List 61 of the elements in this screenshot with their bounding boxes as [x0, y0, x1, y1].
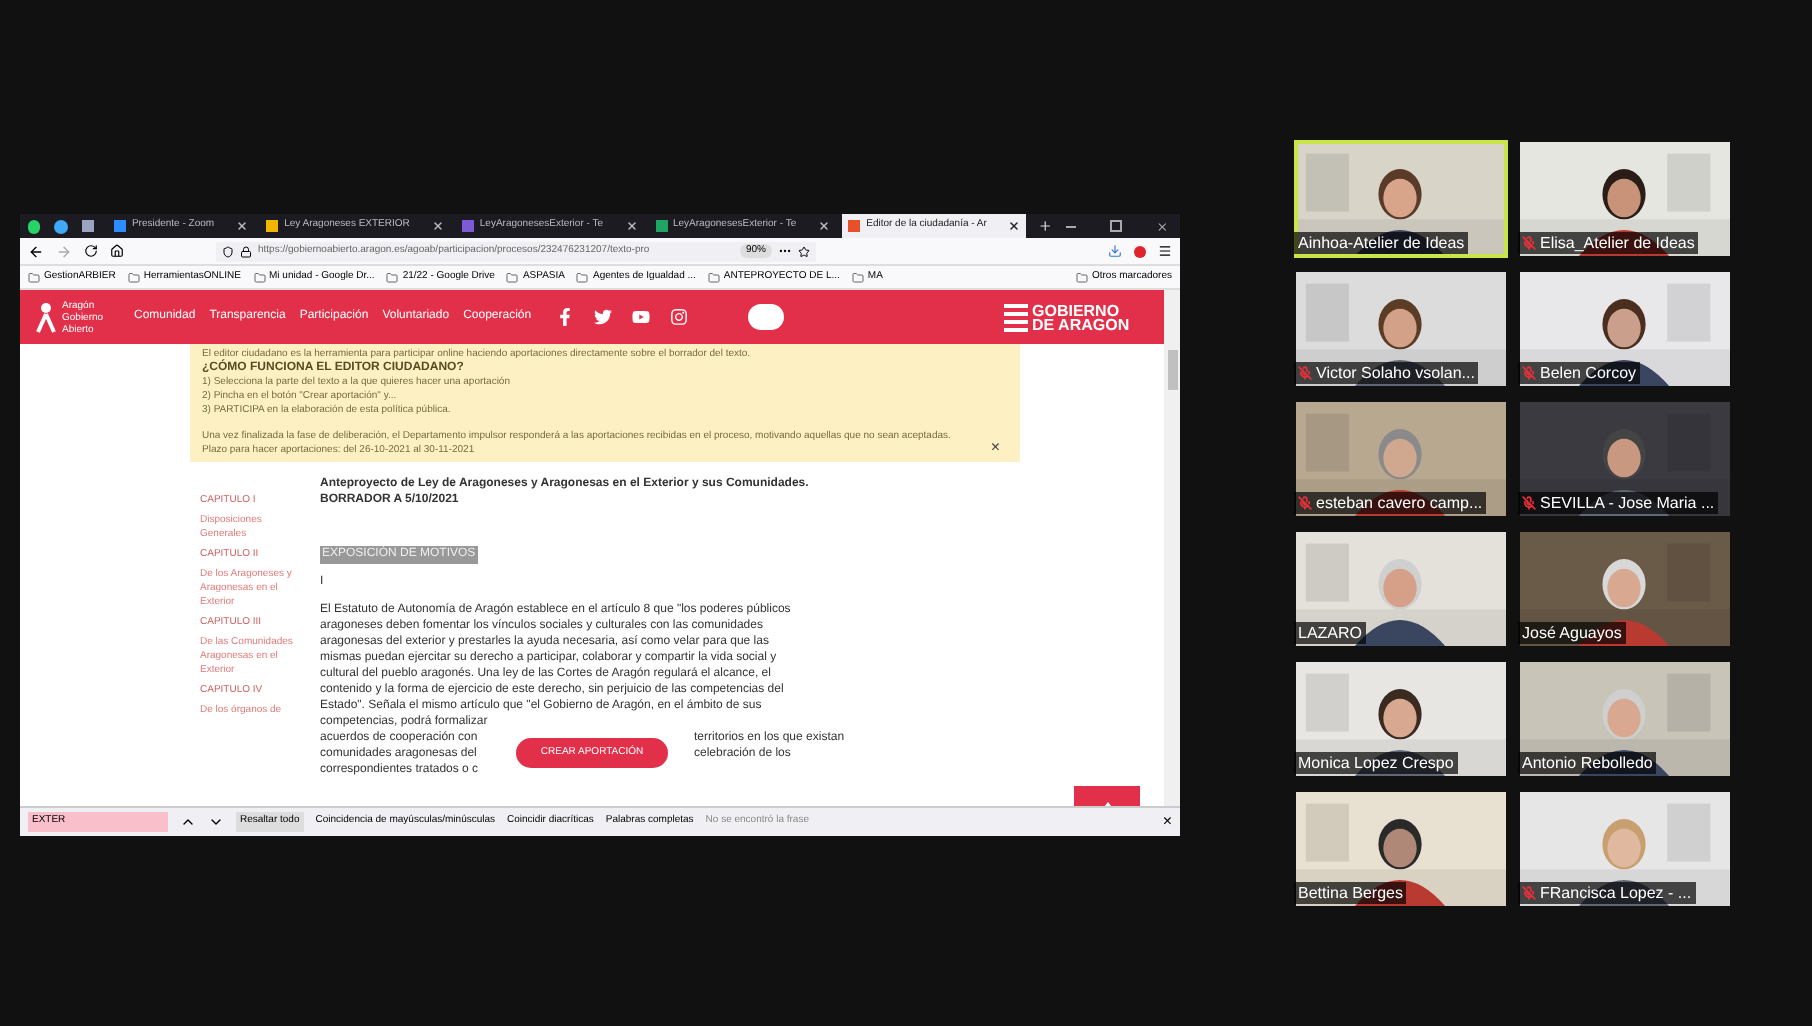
tab-favicon-icon	[655, 220, 667, 232]
tab-favicon-icon	[113, 220, 126, 232]
folder-icon	[851, 271, 864, 283]
back-icon[interactable]	[28, 243, 44, 259]
more-icon[interactable]	[778, 244, 792, 258]
close-button[interactable]: ×	[990, 440, 1000, 456]
tab-favicon-icon	[461, 220, 474, 232]
app-icon[interactable]	[54, 219, 68, 233]
folder-icon	[127, 271, 140, 283]
folder-icon	[253, 271, 265, 283]
previous-icon[interactable]	[180, 814, 196, 830]
flag-logo-icon	[1004, 303, 1028, 331]
participant-name: Antonio Rebolledo	[1522, 755, 1653, 771]
window-icon[interactable]	[81, 220, 94, 232]
folder-icon	[386, 271, 399, 283]
close-tab-icon[interactable]	[818, 220, 831, 232]
lock-icon	[240, 245, 252, 257]
addon-icon[interactable]	[1134, 245, 1146, 257]
participant-name: Bettina Berges	[1298, 885, 1403, 901]
tab-favicon-icon	[266, 220, 279, 232]
participant-name: Ainhoa-Atelier de Ideas	[1298, 235, 1465, 251]
person-logo-icon	[36, 301, 56, 333]
instagram-icon[interactable]	[669, 308, 688, 326]
participant-name: José Aguayos	[1522, 625, 1622, 641]
scrollbar[interactable]	[1164, 290, 1180, 806]
participant-name: Elisa_Atelier de Ideas	[1540, 235, 1695, 251]
shield-icon	[222, 245, 234, 257]
close-tab-icon[interactable]	[1008, 220, 1021, 232]
participant-name: Monica Lopez Crespo	[1298, 755, 1454, 771]
folder-icon	[576, 271, 589, 283]
menu-icon[interactable]	[1158, 244, 1172, 258]
participant-name: SEVILLA - Jose Maria ...	[1540, 495, 1715, 511]
bookmark-star-icon[interactable]	[798, 245, 810, 257]
close-tab-icon[interactable]	[625, 220, 637, 232]
government-logo-text: GOBIERNO DE ARAGON	[1032, 303, 1132, 331]
youtube-icon[interactable]	[631, 308, 650, 326]
new-tab-icon[interactable]	[1038, 218, 1054, 234]
folder-icon	[1075, 271, 1088, 283]
participant-name: FRancisca Lopez - ...	[1540, 885, 1692, 901]
chat-app-icon[interactable]	[28, 219, 41, 233]
close-window-icon[interactable]	[1155, 219, 1168, 233]
next-icon[interactable]	[208, 814, 224, 830]
participant-name: esteban cavero camp...	[1316, 495, 1483, 511]
facebook-icon[interactable]	[555, 308, 574, 326]
close-tab-icon[interactable]	[236, 220, 249, 232]
participant-name: Belen Corcoy	[1540, 365, 1637, 381]
folder-icon	[28, 271, 40, 283]
minimize-icon[interactable]	[1065, 225, 1077, 227]
folder-icon	[506, 271, 519, 283]
participant-name: Victor Solaho vsolan...	[1316, 365, 1475, 381]
reload-icon[interactable]	[84, 244, 98, 258]
download-icon[interactable]	[1108, 244, 1122, 258]
close-find-button[interactable]: ×	[1162, 814, 1172, 830]
participant-name: LAZARO	[1298, 625, 1363, 641]
maximize-icon[interactable]	[1110, 220, 1122, 232]
tab-favicon-icon	[848, 220, 861, 232]
home-icon[interactable]	[110, 244, 124, 258]
close-tab-icon[interactable]	[431, 220, 444, 232]
folder-icon	[707, 271, 720, 283]
user-avatar[interactable]	[747, 304, 784, 330]
twitter-icon[interactable]	[593, 308, 612, 326]
